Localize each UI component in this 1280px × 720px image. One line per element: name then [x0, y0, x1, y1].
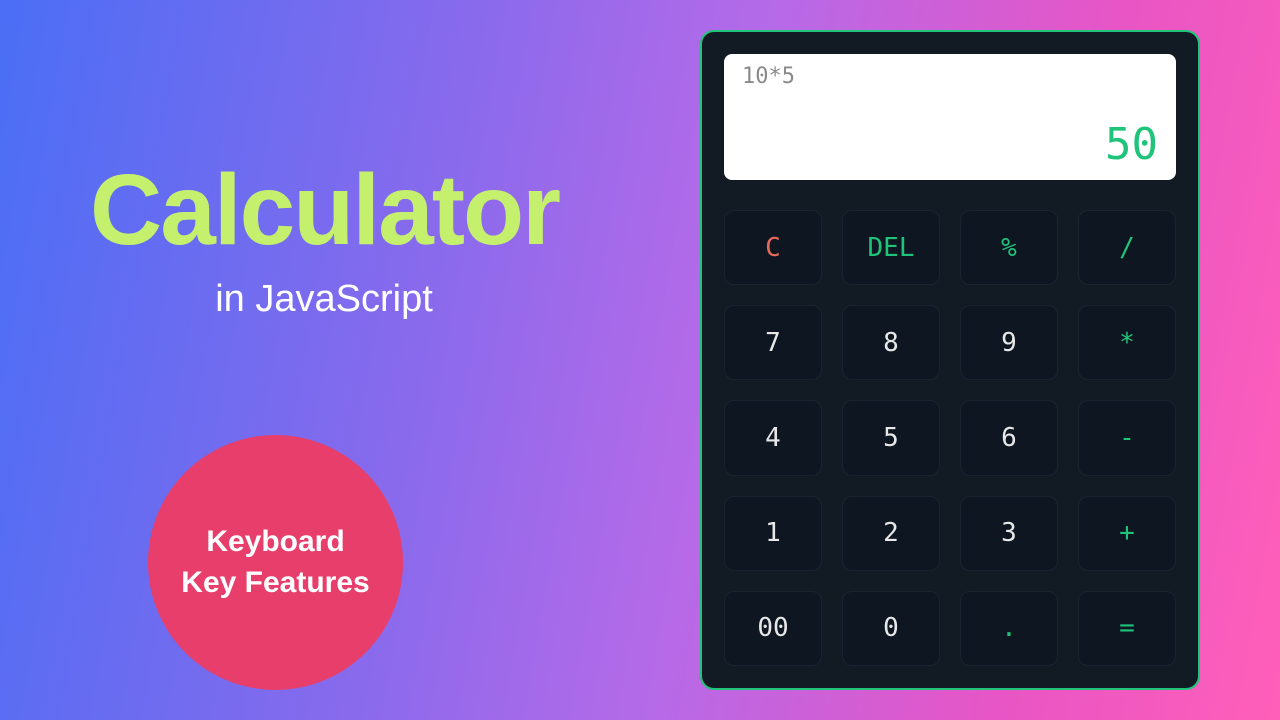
key-multiply[interactable]: * [1078, 305, 1176, 380]
key-6[interactable]: 6 [960, 400, 1058, 475]
expression-text: 10*5 [742, 64, 1158, 89]
key-percent[interactable]: % [960, 210, 1058, 285]
key-8[interactable]: 8 [842, 305, 940, 380]
key-3[interactable]: 3 [960, 496, 1058, 571]
key-equals[interactable]: = [1078, 591, 1176, 666]
key-subtract[interactable]: - [1078, 400, 1176, 475]
key-divide[interactable]: / [1078, 210, 1176, 285]
key-2[interactable]: 2 [842, 496, 940, 571]
key-4[interactable]: 4 [724, 400, 822, 475]
feature-badge: Keyboard Key Features [148, 435, 403, 690]
key-delete[interactable]: DEL [842, 210, 940, 285]
key-decimal[interactable]: . [960, 591, 1058, 666]
key-9[interactable]: 9 [960, 305, 1058, 380]
badge-line-1: Keyboard [206, 522, 344, 563]
calculator-display: 10*5 50 [724, 54, 1176, 180]
result-text: 50 [742, 119, 1158, 170]
badge-line-2: Key Features [181, 563, 369, 604]
hero-subtitle: in JavaScript [38, 278, 610, 321]
keypad: C DEL % / 7 8 9 * 4 5 6 - 1 2 3 + 00 0 .… [724, 210, 1176, 666]
key-0[interactable]: 0 [842, 591, 940, 666]
hero-title: Calculator [90, 160, 610, 260]
key-7[interactable]: 7 [724, 305, 822, 380]
key-5[interactable]: 5 [842, 400, 940, 475]
hero-panel: Calculator in JavaScript [90, 160, 610, 321]
key-clear[interactable]: C [724, 210, 822, 285]
key-1[interactable]: 1 [724, 496, 822, 571]
key-add[interactable]: + [1078, 496, 1176, 571]
key-00[interactable]: 00 [724, 591, 822, 666]
calculator-panel: 10*5 50 C DEL % / 7 8 9 * 4 5 6 - 1 2 3 … [700, 30, 1200, 690]
